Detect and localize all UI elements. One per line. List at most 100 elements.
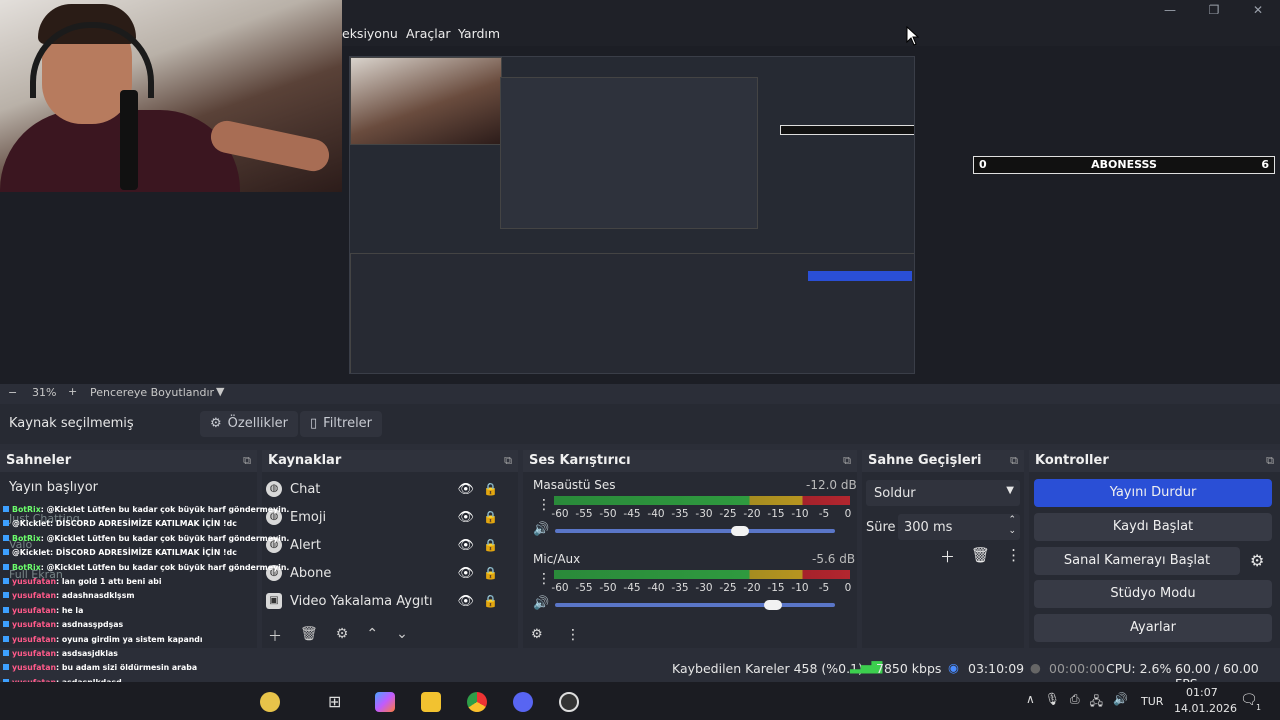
language-indicator[interactable]: TUR (1141, 695, 1163, 708)
menu-item-tools[interactable]: Araçlar (406, 26, 451, 41)
menu-item-help[interactable]: Yardım (458, 26, 500, 41)
lock-icon[interactable]: 🔒 (483, 566, 498, 580)
no-source-label: Kaynak seçilmemiş (9, 416, 134, 431)
chevron-up-icon[interactable]: ∧ (1026, 692, 1035, 713)
virtual-camera-button[interactable]: Sanal Kamerayı Başlat (1034, 547, 1240, 575)
scene-item[interactable]: Yayın başlıyor (9, 480, 98, 495)
menu-item-scene-collection[interactable]: eksiyonu (342, 26, 398, 41)
properties-button[interactable]: ⚙ Özellikler (200, 411, 299, 437)
source-item-video-capture[interactable]: ▣ Video Yakalama Aygıtı 👁 🔒 (266, 588, 510, 614)
chat-message: BotRix: @Kicklet Lütfen bu kadar çok büy… (0, 561, 300, 575)
gear-icon[interactable]: ⚙ (336, 626, 349, 646)
clock-date[interactable]: 14.01.2026 (1174, 702, 1237, 715)
chevron-down-icon[interactable]: ⌄ (396, 626, 408, 646)
stepper-up-icon[interactable]: ⌃ (1008, 515, 1016, 525)
speaker-icon[interactable]: 🔊 (533, 596, 549, 611)
meter-tick: -45 (623, 508, 641, 520)
popout-icon[interactable]: ⧉ (243, 450, 251, 472)
network-icon[interactable]: 🖧 (1090, 692, 1103, 713)
eye-icon[interactable]: 👁 (457, 510, 474, 525)
chat-badge-icon (3, 606, 9, 613)
nested-webcam (350, 57, 502, 145)
clock-time[interactable]: 01:07 (1186, 686, 1218, 699)
volume-slider[interactable] (555, 603, 835, 607)
meter-tick: -5 (818, 582, 830, 594)
trash-icon[interactable]: 🗑 (300, 626, 318, 646)
source-item-emoji[interactable]: ◍ Emoji 👁 🔒 (266, 504, 510, 530)
filters-button[interactable]: ▯ Filtreler (300, 411, 383, 437)
transition-select[interactable]: Soldur ▼ (866, 480, 1020, 506)
volume-knob[interactable] (764, 600, 783, 610)
folder-icon[interactable] (421, 692, 441, 712)
chat-username: yusufatan (12, 577, 57, 586)
chat-badge-icon (3, 664, 9, 671)
source-item-chat[interactable]: ◍ Chat 👁 🔒 (266, 476, 510, 502)
popout-icon[interactable]: ⧉ (843, 450, 851, 472)
trash-icon[interactable]: 🗑 (971, 546, 990, 567)
volume-icon[interactable]: 🔊 (1113, 692, 1128, 713)
copilot-sparkle-icon[interactable] (260, 692, 280, 712)
stream-icon: ◉ (948, 660, 959, 675)
chat-text: : @Kicklet Lütfen bu kadar çok büyük har… (40, 505, 290, 514)
chat-username: yusufatan (12, 591, 57, 601)
meter-tick: -50 (599, 508, 617, 520)
discord-icon[interactable] (513, 692, 533, 712)
screenshot-icon[interactable]: ⎙ (1070, 692, 1080, 713)
meter-tick: -15 (767, 508, 785, 520)
source-toolbar: Kaynak seçilmemiş ⚙ Özellikler ▯ Filtreler (0, 404, 1280, 444)
meter-tick: 0 (844, 582, 852, 594)
kebab-menu-icon[interactable]: ⋮ (537, 497, 551, 513)
start-record-button[interactable]: Kaydı Başlat (1034, 513, 1272, 541)
popout-icon[interactable]: ⧉ (504, 450, 512, 472)
chevron-down-icon[interactable]: ▼ (216, 385, 224, 398)
meter-tick: -10 (791, 508, 809, 520)
zoom-fit-label[interactable]: Pencereye Boyutlandır (90, 386, 214, 399)
eye-icon[interactable]: 👁 (457, 566, 474, 581)
kebab-menu-icon[interactable]: ⋮ (1006, 546, 1021, 567)
kebab-menu-icon[interactable]: ⋮ (566, 627, 580, 643)
volume-knob[interactable] (730, 526, 749, 536)
mixer-header: Ses Karıştırıcı ⧉ (523, 450, 857, 472)
eye-icon[interactable]: 👁 (457, 482, 474, 497)
eye-icon[interactable]: 👁 (457, 538, 474, 553)
copilot-icon[interactable] (375, 692, 395, 712)
eye-icon[interactable]: 👁 (457, 594, 474, 609)
minimize-icon[interactable]: — (1148, 0, 1192, 22)
popout-icon[interactable]: ⧉ (1010, 450, 1018, 472)
lock-icon[interactable]: 🔒 (483, 538, 498, 552)
volume-slider[interactable] (555, 529, 835, 533)
stop-stream-button[interactable]: Yayını Durdur (1034, 479, 1272, 507)
add-transition-icon[interactable]: ＋ (940, 546, 955, 567)
close-icon[interactable]: ✕ (1236, 0, 1280, 22)
gear-icon[interactable]: ⚙ (1250, 551, 1264, 570)
obs-icon[interactable] (559, 692, 579, 712)
controls-header: Kontroller ⧉ (1029, 450, 1280, 472)
preview-canvas[interactable] (349, 56, 915, 374)
filters-label: Filtreler (323, 416, 373, 431)
meter-tick: -35 (671, 508, 689, 520)
zoom-out-button[interactable]: − (8, 386, 17, 399)
stepper-down-icon[interactable]: ⌄ (1008, 526, 1016, 536)
chat-username: yusufatan (12, 620, 57, 630)
channel-name: Masaüstü Ses (533, 478, 616, 492)
kebab-menu-icon[interactable]: ⋮ (537, 571, 551, 587)
lock-icon[interactable]: 🔒 (483, 482, 498, 496)
dropped-frames: Kaybedilen Kareler 458 (%0.1) (672, 661, 863, 676)
speaker-icon[interactable]: 🔊 (533, 522, 549, 537)
chevron-up-icon[interactable]: ⌃ (366, 626, 378, 646)
maximize-icon[interactable]: ❐ (1192, 0, 1236, 22)
gear-icon[interactable]: ⚙ (531, 627, 543, 642)
zoom-in-button[interactable]: + (68, 385, 77, 398)
popout-icon[interactable]: ⧉ (1266, 450, 1274, 472)
lock-icon[interactable]: 🔒 (483, 510, 498, 524)
task-view-icon[interactable]: ⊞ (328, 692, 341, 711)
meter-tick: -30 (695, 582, 713, 594)
settings-button[interactable]: Ayarlar (1034, 614, 1272, 642)
source-item-abone[interactable]: ◍ Abone 👁 🔒 (266, 560, 510, 586)
source-item-alert[interactable]: ◍ Alert 👁 🔒 (266, 532, 510, 558)
microphone-icon[interactable]: 🎙 (1045, 692, 1060, 713)
lock-icon[interactable]: 🔒 (483, 594, 498, 608)
duration-input[interactable]: 300 ms ⌃ ⌄ (898, 514, 1020, 540)
chrome-icon[interactable] (467, 692, 487, 712)
studio-mode-button[interactable]: Stüdyo Modu (1034, 580, 1272, 608)
